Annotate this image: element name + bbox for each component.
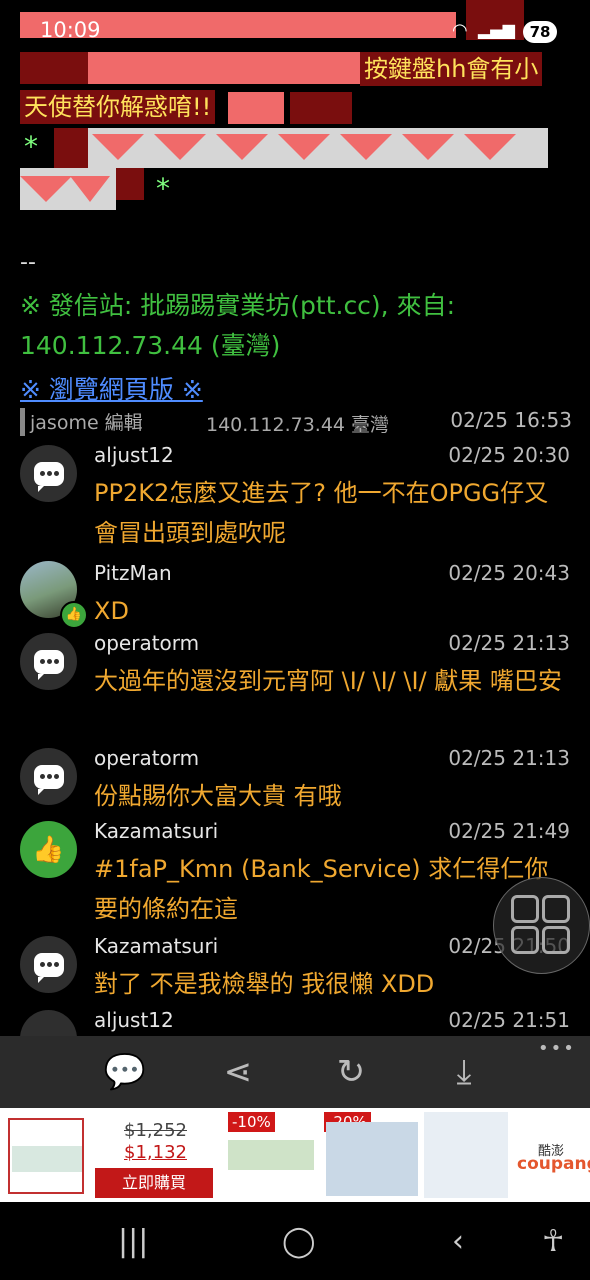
ad-buy-button[interactable]: 立即購買 [95,1168,213,1198]
refresh-icon[interactable]: ↻ [329,1050,373,1094]
comment-text: 對了 不是我檢舉的 我很懶 XDD [94,970,435,998]
comment-author[interactable]: Kazamatsuri [94,819,218,843]
comment-author[interactable]: Kazamatsuri [94,934,218,958]
thumbs-up-icon: 👍 [60,601,88,629]
accessibility-icon[interactable]: ☥ [542,1224,564,1259]
comment-item: aljust12 02/25 21:51 [0,1008,590,1036]
share-icon[interactable]: ⋖ [216,1050,260,1094]
comment-author[interactable]: operatorm [94,631,199,655]
comment-time: 02/25 21:51 [448,1008,570,1032]
comment-author[interactable]: operatorm [94,746,199,770]
more-options-icon[interactable]: ••• [538,1038,576,1059]
comment-author[interactable]: aljust12 [94,1008,174,1032]
wifi-icon: ◠ [452,20,468,41]
comment-icon [20,748,77,805]
system-navigation-bar: ||| ◯ ‹ ☥ [0,1202,590,1280]
ad-sale-price: $1,132 [124,1142,187,1163]
comment-icon [20,936,77,993]
battery-indicator: 78 [523,21,557,43]
download-icon[interactable]: ⤓ [442,1050,486,1094]
edit-user: jasome 編輯 [30,412,143,434]
banner-star-2: * [156,172,170,205]
comment-time: 02/25 21:49 [448,819,570,843]
comment-time: 02/25 21:13 [448,746,570,770]
signal-icon: ▂▄▆ [478,20,515,39]
comment-time: 02/25 20:30 [448,443,570,467]
comment-icon [20,633,77,690]
banner-star: * [24,130,38,163]
bottom-toolbar: 💬 ⋖ ↻ ⤓ ••• [0,1036,590,1108]
comment-icon [20,445,77,502]
banner-line-2: 天使替你解惑唷!! [20,90,216,124]
comment-icon[interactable]: 💬 [103,1050,147,1094]
recent-apps-icon[interactable]: ||| [118,1224,148,1259]
comment-author[interactable]: PitzMan [94,561,172,585]
comment-icon [20,1010,77,1036]
back-icon[interactable]: ‹ [452,1224,464,1259]
edit-time: 02/25 16:53 [450,408,572,432]
ad-discount-badge: -10% [228,1112,275,1132]
web-version-link[interactable]: ※ 瀏覽網頁版 ※ [20,370,203,406]
comment-author[interactable]: aljust12 [94,443,174,467]
comment-text: 大過年的還沒到元宵阿 \I/ \I/ \I/ 獻果 嘴巴安 [94,667,562,695]
comment-time: 02/25 20:43 [448,561,570,585]
status-time: 10:09 [40,18,101,42]
edit-ip: 140.112.73.44 臺灣 [206,414,390,436]
floating-menu-button[interactable] [493,877,590,974]
banner-line-1: 按鍵盤hh會有小 [360,52,543,86]
thumbs-up-icon: 👍 [20,821,77,878]
ad-original-price: $1,252 [124,1120,187,1141]
home-icon[interactable]: ◯ [282,1224,316,1259]
signature-separator: -- [20,250,36,275]
comment-time: 02/25 21:13 [448,631,570,655]
post-origin: ※ 發信站: 批踢踢實業坊(ptt.cc), 來自: 140.112.73.44… [20,291,455,360]
comment-text: 份點賜你大富大貴 有哦 [94,782,342,810]
comment-text: XD [94,597,129,625]
advertisement-banner[interactable]: $1,252 $1,132 立即購買 -10% -20% 酷澎 coupang [0,1108,590,1202]
comment-text: PP2K2怎麼又進去了? 他一不在OPGG仔又會冒出頭到處吹呢 [94,479,549,547]
coupang-logo: coupang [517,1154,590,1174]
